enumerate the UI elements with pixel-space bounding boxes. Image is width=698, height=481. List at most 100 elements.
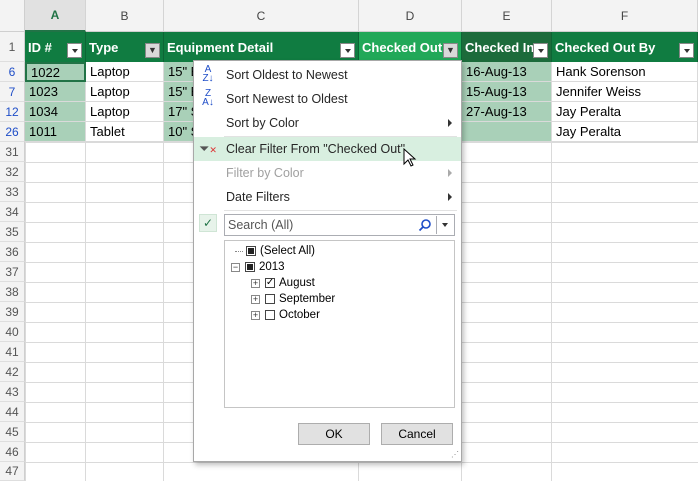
column-header-f[interactable]: F	[552, 0, 698, 32]
filter-active-icon: ▼	[148, 45, 157, 55]
column-header-b[interactable]: B	[86, 0, 164, 32]
cell-id[interactable]: 1023	[25, 82, 86, 102]
tree-item-2013[interactable]: − 2013	[231, 259, 285, 275]
row-header[interactable]: 33	[0, 182, 25, 202]
filter-button-type[interactable]: ▼	[145, 43, 160, 58]
submenu-arrow-icon	[448, 119, 452, 127]
column-header-c[interactable]: C	[164, 0, 359, 32]
cell-type[interactable]: Laptop	[86, 82, 164, 102]
cell-checked-in[interactable]: 27-Aug-13	[462, 102, 552, 122]
menu-sort-by-color[interactable]: Sort by Color	[194, 111, 461, 135]
expand-icon[interactable]: +	[251, 310, 260, 320]
filter-button-equipment[interactable]	[340, 43, 355, 58]
row-header[interactable]: 46	[0, 442, 25, 462]
filter-button-id[interactable]	[67, 43, 82, 58]
header-label: Checked Out	[362, 39, 443, 55]
cell-checked-out-by[interactable]: Jay Peralta	[552, 122, 698, 142]
filter-button-checked-out-by[interactable]	[679, 43, 694, 58]
row-header[interactable]: 38	[0, 282, 25, 302]
cell-checked-out-by[interactable]: Jennifer Weiss	[552, 82, 698, 102]
cell-type[interactable]: Laptop	[86, 62, 164, 82]
menu-sort-newest-oldest[interactable]: Z A↓ Sort Newest to Oldest	[194, 87, 461, 111]
row-header[interactable]: 34	[0, 202, 25, 222]
select-all-corner[interactable]	[0, 0, 25, 32]
dropdown-arrow-icon	[537, 48, 544, 53]
checkbox-icon[interactable]	[265, 294, 275, 304]
column-header-e[interactable]: E	[462, 0, 552, 32]
row-header[interactable]: 31	[0, 142, 25, 162]
column-header-d[interactable]: D	[359, 0, 462, 32]
header-cell-checked-in[interactable]: Checked In	[462, 32, 552, 62]
cell-checked-out-by[interactable]: Hank Sorenson	[552, 62, 698, 82]
menu-sort-oldest-newest[interactable]: A Z↓ Sort Oldest to Newest	[194, 63, 461, 87]
search-input[interactable]	[225, 217, 410, 233]
header-cell-checked-out-by[interactable]: Checked Out By	[552, 32, 698, 62]
dropdown-arrow-icon	[71, 48, 78, 53]
checkbox-icon[interactable]	[245, 262, 255, 272]
row-header[interactable]: 47	[0, 462, 25, 481]
row-header[interactable]: 12	[0, 102, 25, 122]
row-header[interactable]: 41	[0, 342, 25, 362]
tree-label: October	[279, 309, 320, 321]
filter-button-checked-out[interactable]: ▼	[443, 43, 458, 58]
row-header[interactable]: 44	[0, 402, 25, 422]
expand-icon[interactable]: +	[251, 294, 260, 304]
collapse-icon[interactable]: −	[231, 262, 240, 272]
row-header[interactable]: 39	[0, 302, 25, 322]
resize-grip-icon[interactable]: ⋰	[451, 450, 459, 459]
cell-checked-in[interactable]: 16-Aug-13	[462, 62, 552, 82]
row-header[interactable]: 37	[0, 262, 25, 282]
sort-newest-oldest-icon: Z A↓	[202, 88, 214, 108]
cell-id[interactable]: 1011	[25, 122, 86, 142]
tree-item-august[interactable]: + ✓ August	[251, 275, 315, 291]
menu-label: Sort Oldest to Newest	[226, 68, 348, 82]
checkbox-icon[interactable]: ✓	[265, 278, 275, 288]
cell-type[interactable]: Laptop	[86, 102, 164, 122]
tree-label: (Select All)	[260, 245, 315, 257]
row-header[interactable]: 35	[0, 222, 25, 242]
cell-id[interactable]: 1022	[25, 62, 86, 82]
expand-icon[interactable]: +	[251, 278, 260, 288]
row-header[interactable]: 1	[0, 32, 25, 62]
filter-button-checked-in[interactable]	[533, 43, 548, 58]
search-dropdown-button[interactable]	[436, 216, 453, 234]
menu-label: Sort Newest to Oldest	[226, 92, 348, 106]
cell-checked-in[interactable]	[462, 122, 552, 142]
cell-checked-in[interactable]: 15-Aug-13	[462, 82, 552, 102]
row-header[interactable]: 6	[0, 62, 25, 82]
tree-item-select-all[interactable]: (Select All)	[235, 243, 315, 259]
search-box[interactable]	[224, 214, 455, 236]
row-header[interactable]: 43	[0, 382, 25, 402]
menu-date-filters[interactable]: Date Filters	[194, 185, 461, 209]
menu-clear-filter[interactable]: ⏷✕ Clear Filter From "Checked Out"	[194, 137, 461, 161]
row-header[interactable]: 45	[0, 422, 25, 442]
cell-checked-out-by[interactable]: Jay Peralta	[552, 102, 698, 122]
tree-item-october[interactable]: + October	[251, 307, 320, 323]
row-header[interactable]: 7	[0, 82, 25, 102]
tree-item-september[interactable]: + September	[251, 291, 335, 307]
checkmark-icon: ✓	[199, 214, 217, 232]
header-cell-equipment[interactable]: Equipment Detail	[164, 32, 359, 62]
dropdown-arrow-icon	[344, 48, 351, 53]
gridline	[551, 142, 552, 481]
header-cell-type[interactable]: Type ▼	[86, 32, 164, 62]
row-header[interactable]: 26	[0, 122, 25, 142]
cancel-button[interactable]: Cancel	[381, 423, 453, 445]
menu-filter-by-color[interactable]: Filter by Color	[194, 161, 461, 185]
cell-type[interactable]: Tablet	[86, 122, 164, 142]
header-label: Checked Out By	[555, 39, 656, 55]
row-header[interactable]: 32	[0, 162, 25, 182]
checkbox-icon[interactable]	[246, 246, 256, 256]
checkbox-icon[interactable]	[265, 310, 275, 320]
row-header[interactable]: 40	[0, 322, 25, 342]
row-header[interactable]: 36	[0, 242, 25, 262]
header-cell-id[interactable]: ID #	[25, 32, 86, 62]
column-header-a[interactable]: A	[25, 0, 86, 32]
search-icon[interactable]	[418, 218, 432, 232]
cell-id[interactable]: 1034	[25, 102, 86, 122]
ok-button[interactable]: OK	[298, 423, 370, 445]
filter-dropdown-menu: A Z↓ Sort Oldest to Newest Z A↓ Sort Newes…	[193, 60, 462, 462]
gridline	[85, 142, 86, 481]
row-header[interactable]: 42	[0, 362, 25, 382]
header-cell-checked-out[interactable]: Checked Out ▼	[359, 32, 462, 62]
